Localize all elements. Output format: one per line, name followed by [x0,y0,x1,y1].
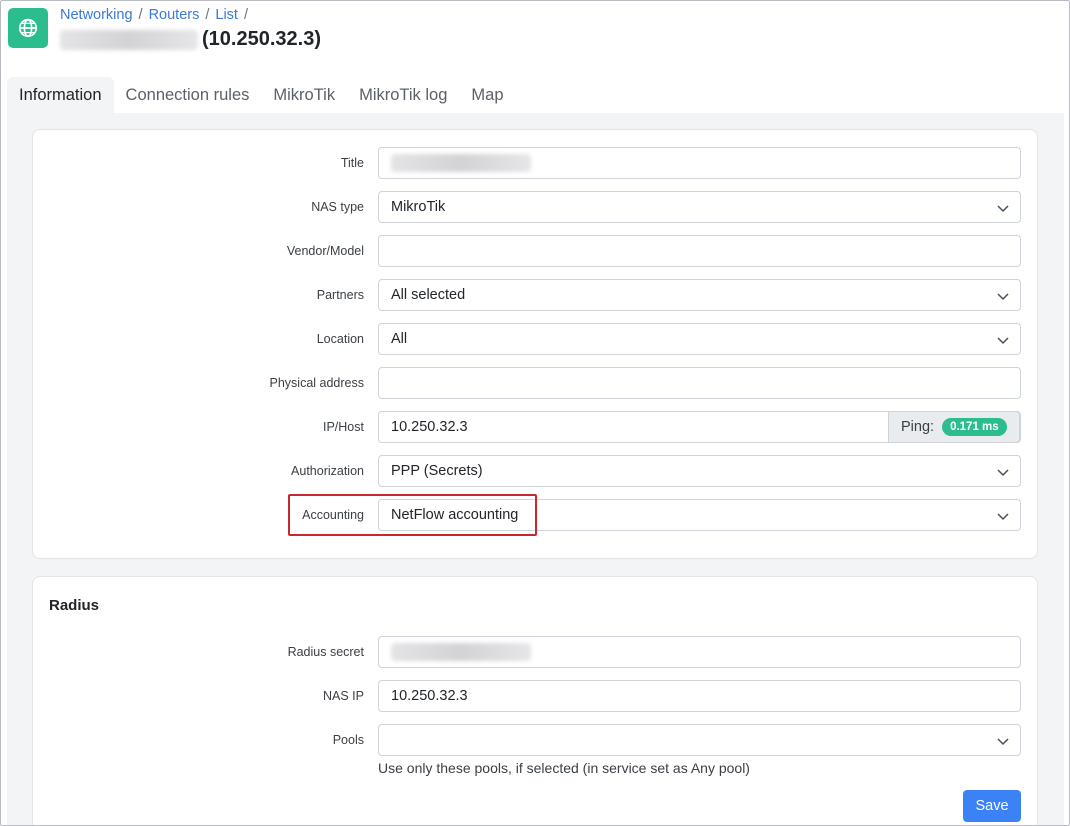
redacted-radius-secret [391,643,531,661]
ip-host-input[interactable]: 10.250.32.3 Ping: 0.171 ms [378,411,1021,443]
radius-secret-input[interactable] [378,636,1021,668]
radius-secret-label: Radius secret [287,645,364,659]
redacted-router-name [60,29,198,50]
accounting-label: Accounting [302,508,364,522]
location-value: All [391,331,408,347]
partners-select[interactable]: All selected [378,279,1021,311]
accounting-value: NetFlow accounting [391,507,519,523]
radius-heading: Radius [49,597,100,614]
chevron-down-icon [997,738,1009,746]
nas-ip-input[interactable]: 10.250.32.3 [378,680,1021,712]
ip-host-label: IP/Host [323,420,364,434]
authorization-value: PPP (Secrets) [391,463,483,479]
radius-card: Radius Radius secret NAS IP 10.250.32.3 … [32,576,1039,825]
chevron-down-icon [997,337,1009,345]
chevron-down-icon [997,513,1009,521]
form-row-partners: Partners All selected [33,279,1039,311]
router-info-card: Title NAS type MikroTik Vendor/Model Par… [32,129,1038,559]
accounting-select[interactable]: NetFlow accounting [378,499,1021,531]
form-row-radius-secret: Radius secret [33,636,1039,668]
authorization-label: Authorization [291,464,364,478]
partners-value: All selected [391,287,466,303]
authorization-select[interactable]: PPP (Secrets) [378,455,1021,487]
breadcrumb: Networking / Routers / List / [60,7,254,23]
page-title: (10.250.32.3) [60,28,321,51]
tab-bar: Information Connection rules MikroTik Mi… [7,77,516,113]
form-row-authorization: Authorization PPP (Secrets) [33,455,1039,487]
breadcrumb-separator: / [138,7,143,23]
ping-badge: 0.171 ms [942,418,1007,436]
nas-type-value: MikroTik [391,199,446,215]
tab-map[interactable]: Map [459,77,515,113]
title-label: Title [340,156,364,170]
app-window: Networking / Routers / List / (10.250.32… [0,0,1070,826]
nas-ip-label: NAS IP [323,689,364,703]
pools-select[interactable] [378,724,1021,756]
ping-label: Ping: [901,419,935,435]
breadcrumb-routers[interactable]: Routers [149,7,200,23]
location-label: Location [316,332,364,346]
ip-host-value: 10.250.32.3 [391,419,468,435]
nas-type-select[interactable]: MikroTik [378,191,1021,223]
tab-information[interactable]: Information [7,77,114,113]
form-row-pools: Pools [33,724,1039,756]
ping-addon: Ping: 0.171 ms [888,411,1020,443]
form-row-ip-host: IP/Host 10.250.32.3 Ping: 0.171 ms [33,411,1039,443]
pools-label: Pools [332,733,364,747]
page-title-ip: (10.250.32.3) [202,28,321,50]
tab-mikrotik[interactable]: MikroTik [261,77,347,113]
form-row-nas-ip: NAS IP 10.250.32.3 [33,680,1039,712]
redacted-title [391,154,531,172]
physical-address-label: Physical address [269,376,365,390]
save-button[interactable]: Save [963,790,1021,822]
form-row-title: Title [33,147,1039,179]
form-row-nas-type: NAS type MikroTik [33,191,1039,223]
pools-help-text: Use only these pools, if selected (in se… [378,760,750,776]
nas-ip-value: 10.250.32.3 [391,688,468,704]
breadcrumb-list[interactable]: List [215,7,238,23]
chevron-down-icon [997,293,1009,301]
breadcrumb-networking[interactable]: Networking [60,7,133,23]
globe-icon [8,8,48,48]
form-row-accounting: Accounting NetFlow accounting [33,499,1039,531]
chevron-down-icon [997,205,1009,213]
form-row-vendor-model: Vendor/Model [33,235,1039,267]
title-input[interactable] [378,147,1021,179]
partners-label: Partners [316,288,364,302]
physical-address-input[interactable] [378,367,1021,399]
location-select[interactable]: All [378,323,1021,355]
form-row-physical-address: Physical address [33,367,1039,399]
breadcrumb-separator: / [243,7,248,23]
tab-connection-rules[interactable]: Connection rules [114,77,262,113]
breadcrumb-separator: / [205,7,210,23]
form-row-location: Location All [33,323,1039,355]
vendor-model-label: Vendor/Model [286,244,364,258]
tab-mikrotik-log[interactable]: MikroTik log [347,77,459,113]
chevron-down-icon [997,469,1009,477]
vendor-model-input[interactable] [378,235,1021,267]
nas-type-label: NAS type [311,200,364,214]
